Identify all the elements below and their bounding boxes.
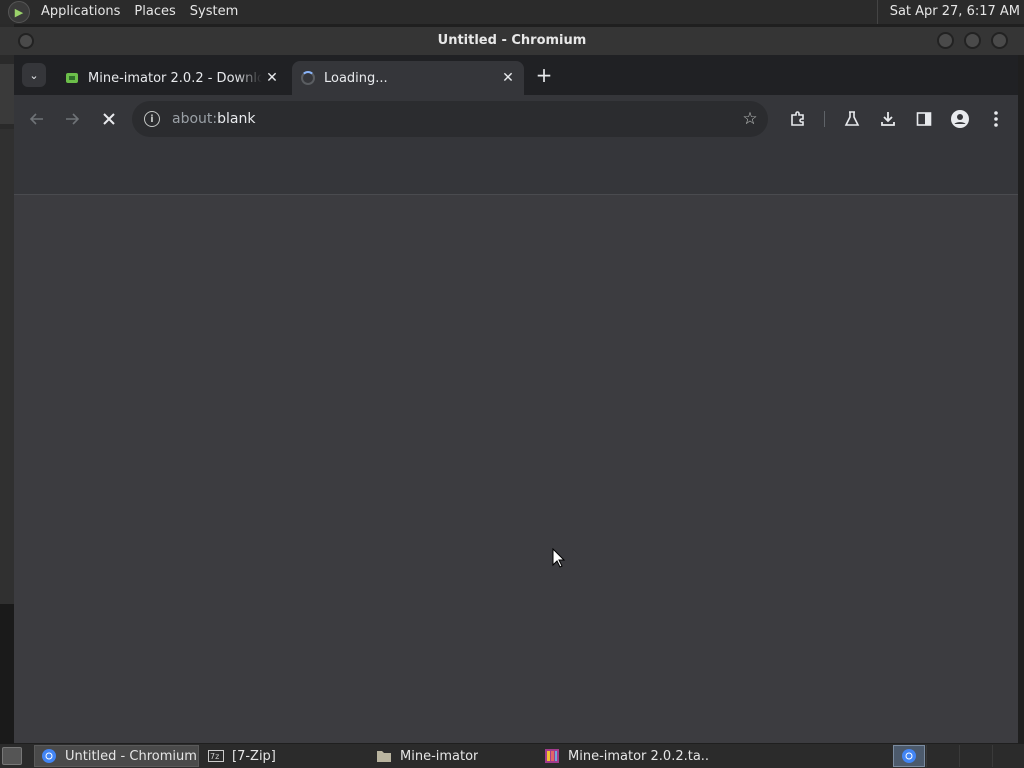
minimize-button[interactable] (937, 32, 954, 49)
tab-loading[interactable]: Loading... ✕ (292, 61, 524, 95)
applications-logo-icon[interactable]: ▶ (8, 1, 30, 23)
stop-icon (103, 113, 115, 125)
menu-icon (994, 111, 998, 127)
folder-icon (376, 748, 392, 764)
workspace-switcher-slot[interactable] (992, 745, 1024, 767)
task-label: Mine-imator (400, 748, 479, 764)
browser-toolbar: i about:blank ☆ (14, 95, 1018, 195)
bookmark-star-icon[interactable]: ☆ (740, 109, 760, 129)
close-window-button[interactable] (991, 32, 1008, 49)
browser-frame: ⌄ Mine-imator 2.0.2 - Download ✕ Loading… (14, 55, 1018, 743)
tab-strip: ⌄ Mine-imator 2.0.2 - Download ✕ Loading… (14, 55, 1018, 95)
side-panel-icon (916, 112, 932, 126)
top-panel: ▶ Applications Places System Sat Apr 27,… (0, 0, 1024, 24)
window-title: Untitled - Chromium (437, 33, 587, 48)
download-icon (881, 112, 895, 126)
tab-close-icon[interactable]: ✕ (498, 68, 518, 88)
task-chromium[interactable]: Untitled - Chromium (34, 745, 199, 767)
side-panel-button[interactable] (912, 107, 936, 131)
taskbar: Untitled - Chromium 7z [7-Zip] Mine-imat… (0, 744, 1024, 768)
bookmarks-bar (14, 145, 1018, 193)
maximize-button[interactable] (964, 32, 981, 49)
tab-close-icon[interactable]: ✕ (262, 68, 282, 88)
window-titlebar[interactable]: Untitled - Chromium (0, 27, 1024, 55)
forward-icon (66, 113, 80, 125)
task-label: [7-Zip] (232, 748, 276, 764)
task-label: Mine-imator 2.0.2.ta... (568, 748, 708, 764)
svg-text:7z: 7z (210, 752, 219, 761)
mouse-cursor-icon (552, 548, 566, 568)
mine-imator-favicon-icon (64, 70, 80, 86)
url-text[interactable]: about:blank (172, 111, 255, 127)
workspace-switcher-slot[interactable] (959, 745, 991, 767)
page-content[interactable] (14, 195, 1018, 743)
chevron-down-icon: ⌄ (29, 68, 39, 82)
new-tab-button[interactable]: + (532, 63, 556, 87)
task-mine-imator-folder[interactable]: Mine-imator (370, 745, 535, 767)
window-controls (937, 32, 1008, 49)
task-label: Untitled - Chromium (65, 748, 197, 764)
7zip-icon: 7z (208, 748, 224, 764)
address-bar[interactable]: i about:blank ☆ (132, 101, 768, 137)
plus-icon: + (535, 63, 553, 87)
chromium-icon (902, 749, 916, 763)
info-icon[interactable]: i (144, 111, 160, 127)
workspace-switcher-slot[interactable] (926, 745, 958, 767)
workspace-switcher-active[interactable] (893, 745, 925, 767)
archive-icon (544, 748, 560, 764)
url-scheme: about: (172, 111, 218, 127)
chromium-window: Untitled - Chromium ⌄ Mine-imator 2.0.2 … (0, 27, 1024, 743)
task-archive[interactable]: Mine-imator 2.0.2.ta... (538, 745, 708, 767)
profile-icon (951, 110, 969, 128)
menu-system[interactable]: System (183, 0, 245, 24)
window-menu-button[interactable] (18, 33, 34, 49)
tab-title: Mine-imator 2.0.2 - Download (88, 70, 262, 86)
panel-menu: ▶ Applications Places System (0, 0, 245, 24)
chromium-icon (41, 748, 57, 764)
extensions-button[interactable] (786, 107, 810, 131)
task-7zip[interactable]: 7z [7-Zip] (202, 745, 367, 767)
back-button[interactable] (23, 105, 51, 133)
forward-button[interactable] (58, 105, 86, 133)
menu-button[interactable] (984, 107, 1008, 131)
labs-button[interactable] (840, 107, 864, 131)
panel-clock[interactable]: Sat Apr 27, 6:17 AM (876, 0, 1020, 24)
show-desktop-icon[interactable] (2, 747, 22, 765)
loading-spinner-icon (300, 70, 316, 86)
menu-applications[interactable]: Applications (34, 0, 127, 24)
tab-mine-imator[interactable]: Mine-imator 2.0.2 - Download ✕ (56, 61, 288, 95)
labs-icon (844, 111, 860, 126)
stop-button[interactable] (95, 105, 123, 133)
downloads-button[interactable] (876, 107, 900, 131)
menu-places[interactable]: Places (127, 0, 182, 24)
url-path: blank (217, 111, 256, 127)
extensions-icon (791, 111, 804, 126)
back-icon (29, 113, 43, 125)
toolbar-separator (824, 111, 825, 127)
tab-title: Loading... (324, 70, 388, 86)
profile-button[interactable] (948, 107, 972, 131)
tab-search-button[interactable]: ⌄ (22, 63, 46, 87)
